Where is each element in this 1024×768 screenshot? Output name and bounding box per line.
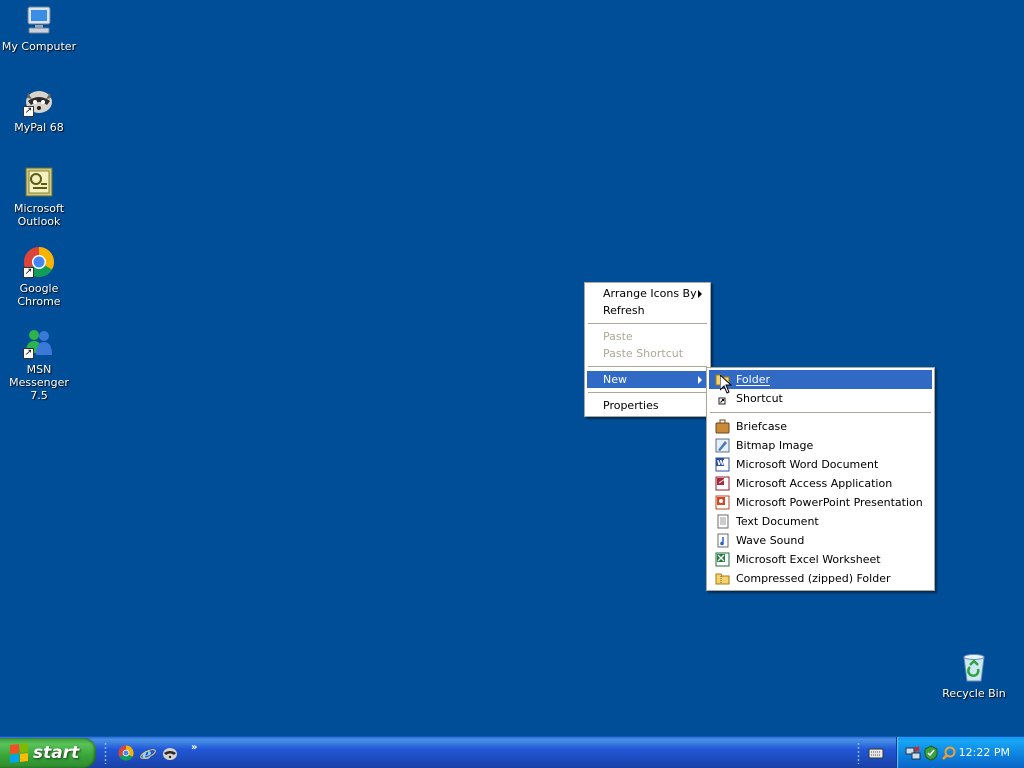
network-icon[interactable] bbox=[905, 745, 921, 761]
start-button[interactable]: start bbox=[0, 738, 96, 768]
menu-item-paste: Paste bbox=[587, 328, 708, 345]
submenu-arrow-icon bbox=[698, 376, 702, 384]
menu-separator bbox=[588, 366, 707, 367]
desktop-context-menu: Arrange Icons By Refresh Paste Paste Sho… bbox=[584, 282, 711, 417]
submenu-item-excel-worksheet[interactable]: Microsoft Excel Worksheet bbox=[709, 550, 932, 569]
svg-text:W: W bbox=[717, 459, 725, 467]
menu-item-label: Arrange Icons By bbox=[603, 287, 697, 300]
desktop-icon-chrome[interactable]: ↗ Google Chrome bbox=[1, 246, 77, 308]
desktop-icon-my-computer[interactable]: My Computer bbox=[1, 4, 77, 53]
submenu-item-label: Bitmap Image bbox=[736, 439, 814, 452]
menu-item-label: Paste bbox=[603, 330, 633, 343]
quicklaunch-more-chevron-icon[interactable]: » bbox=[191, 742, 197, 753]
chrome-icon: ↗ bbox=[23, 246, 55, 278]
quicklaunch-chrome-icon[interactable] bbox=[118, 745, 134, 761]
access-icon bbox=[715, 476, 730, 491]
taskbar-clock[interactable]: 12:22 PM bbox=[959, 746, 1010, 759]
msn-messenger-icon: ↗ bbox=[23, 327, 55, 359]
quicklaunch-mypal-icon[interactable] bbox=[162, 745, 178, 761]
desktop-icon-label: Microsoft Outlook bbox=[13, 202, 65, 228]
desktop-icon-label: My Computer bbox=[1, 40, 77, 53]
submenu-item-access-application[interactable]: Microsoft Access Application bbox=[709, 474, 932, 493]
menu-item-arrange-icons-by[interactable]: Arrange Icons By bbox=[587, 285, 708, 302]
my-computer-icon bbox=[23, 4, 55, 36]
desktop-icon-mypal[interactable]: ↗ MyPal 68 bbox=[1, 85, 77, 134]
menu-item-label: Properties bbox=[603, 399, 659, 412]
menu-item-refresh[interactable]: Refresh bbox=[587, 302, 708, 319]
windows-logo-icon bbox=[10, 743, 28, 763]
desktop-icon-label: MyPal 68 bbox=[14, 121, 64, 134]
taskbar-grip[interactable] bbox=[104, 742, 107, 764]
menu-item-label: Paste Shortcut bbox=[603, 347, 684, 360]
powerpoint-icon bbox=[715, 495, 730, 510]
briefcase-icon bbox=[715, 419, 730, 434]
submenu-item-folder[interactable]: Folder bbox=[709, 370, 932, 389]
submenu-item-shortcut[interactable]: Shortcut bbox=[709, 389, 932, 408]
menu-separator bbox=[710, 412, 931, 413]
submenu-item-label: Compressed (zipped) Folder bbox=[736, 572, 891, 585]
submenu-arrow-icon bbox=[698, 290, 702, 298]
submenu-item-text-document[interactable]: Text Document bbox=[709, 512, 932, 531]
desktop-icon-outlook[interactable]: Microsoft Outlook bbox=[1, 166, 77, 228]
submenu-item-briefcase[interactable]: Briefcase bbox=[709, 417, 932, 436]
desktop-icon-label: MSN Messenger 7.5 bbox=[9, 363, 69, 402]
submenu-item-label: Microsoft PowerPoint Presentation bbox=[736, 496, 923, 509]
menu-item-paste-shortcut: Paste Shortcut bbox=[587, 345, 708, 362]
excel-icon bbox=[715, 552, 730, 567]
submenu-item-label: Shortcut bbox=[736, 392, 783, 405]
shortcut-arrow-icon: ↗ bbox=[23, 106, 34, 117]
submenu-item-label: Briefcase bbox=[736, 420, 788, 433]
keyboard-icon[interactable] bbox=[868, 745, 884, 761]
desktop-icon-label: Recycle Bin bbox=[942, 687, 1006, 700]
submenu-item-label: Microsoft Excel Worksheet bbox=[736, 553, 881, 566]
submenu-item-powerpoint-presentation[interactable]: Microsoft PowerPoint Presentation bbox=[709, 493, 932, 512]
system-tray: 12:22 PM bbox=[896, 737, 1024, 768]
submenu-item-label: Microsoft Access Application bbox=[736, 477, 893, 490]
new-submenu: Folder Shortcut Briefcase Bitmap Image W… bbox=[706, 367, 935, 591]
shortcut-arrow-icon: ↗ bbox=[23, 348, 34, 359]
submenu-item-label: Text Document bbox=[736, 515, 819, 528]
taskbar-grip[interactable] bbox=[857, 742, 860, 764]
mypal-icon: ↗ bbox=[23, 85, 55, 117]
text-document-icon bbox=[715, 514, 730, 529]
menu-separator bbox=[588, 323, 707, 324]
submenu-item-wave-sound[interactable]: Wave Sound bbox=[709, 531, 932, 550]
bitmap-icon bbox=[715, 438, 730, 453]
submenu-item-bitmap-image[interactable]: Bitmap Image bbox=[709, 436, 932, 455]
search-icon[interactable] bbox=[941, 745, 957, 761]
submenu-item-label: Wave Sound bbox=[736, 534, 805, 547]
desktop-icon-msn-messenger[interactable]: ↗ MSN Messenger 7.5 bbox=[1, 327, 77, 402]
desktop-icon-label: Google Chrome bbox=[17, 282, 61, 308]
quicklaunch-internet-explorer-icon[interactable]: e bbox=[140, 745, 156, 763]
submenu-item-zip-folder[interactable]: Compressed (zipped) Folder bbox=[709, 569, 932, 588]
menu-item-label: New bbox=[603, 373, 627, 386]
recycle-bin-icon bbox=[958, 651, 990, 683]
menu-separator bbox=[588, 392, 707, 393]
desktop-icon-recycle-bin[interactable]: Recycle Bin bbox=[936, 651, 1012, 700]
wave-sound-icon bbox=[715, 533, 730, 548]
outlook-icon bbox=[23, 166, 55, 198]
start-label: start bbox=[33, 743, 80, 763]
menu-item-label: Refresh bbox=[603, 304, 645, 317]
shortcut-arrow-icon: ↗ bbox=[23, 267, 34, 278]
zip-folder-icon bbox=[715, 571, 730, 586]
word-icon: W bbox=[715, 457, 730, 472]
menu-item-properties[interactable]: Properties bbox=[587, 397, 708, 414]
mouse-cursor-icon bbox=[719, 373, 733, 394]
menu-item-new[interactable]: New bbox=[587, 371, 708, 388]
security-icon[interactable] bbox=[923, 745, 939, 761]
submenu-item-word-document[interactable]: W Microsoft Word Document bbox=[709, 455, 932, 474]
submenu-item-label: Microsoft Word Document bbox=[736, 458, 879, 471]
taskbar: start e » 12:22 PM bbox=[0, 736, 1024, 768]
submenu-item-label: Folder bbox=[736, 373, 770, 386]
